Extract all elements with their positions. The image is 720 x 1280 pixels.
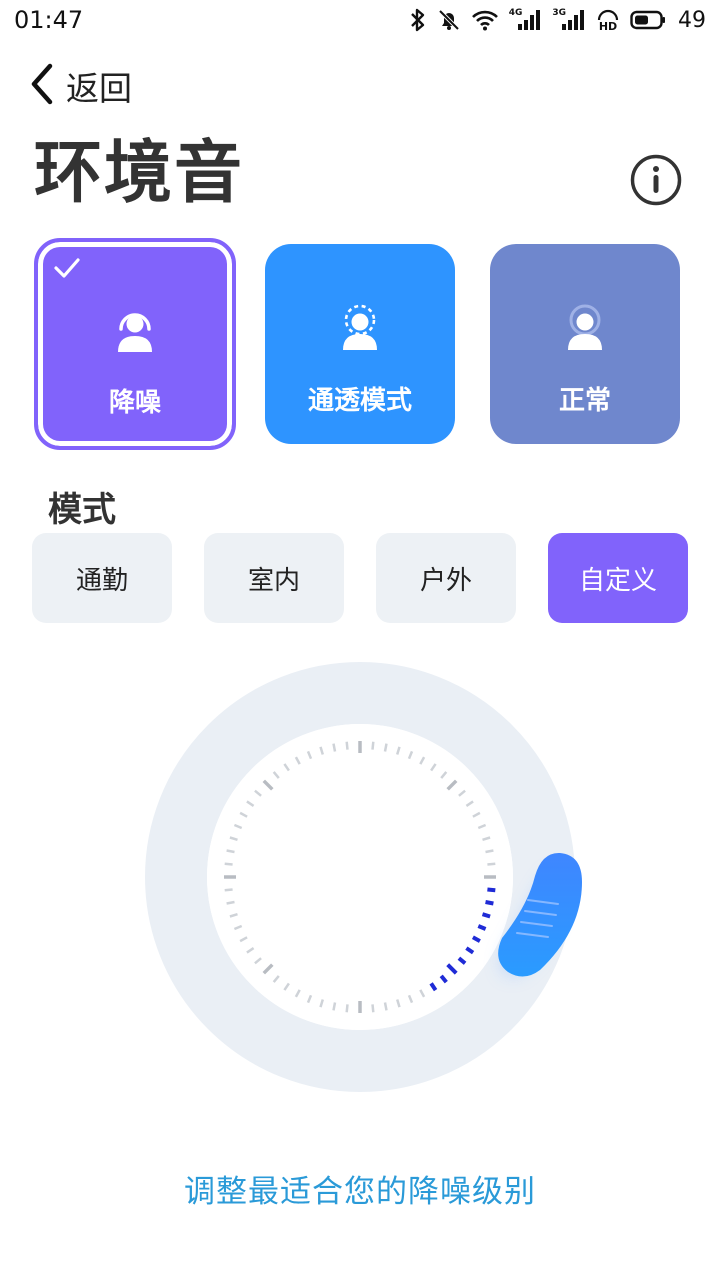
- noise-level-dial[interactable]: [130, 650, 600, 1110]
- signal-4g-label: 4G: [508, 8, 523, 18]
- dial-tick: [226, 849, 235, 854]
- status-bar: 01:47 4G 3G HD 49: [0, 0, 720, 40]
- mode-cards: 降噪 通透模式 正常: [0, 236, 720, 454]
- dial-tick: [383, 743, 388, 752]
- dial-tick: [224, 862, 233, 866]
- dial-tick: [345, 1004, 349, 1013]
- mute-bell-icon: [437, 6, 461, 34]
- battery-icon: [630, 6, 666, 34]
- wifi-icon: [471, 6, 499, 34]
- mode-card-transparency[interactable]: 通透模式: [265, 244, 455, 444]
- dial-tick: [485, 849, 494, 854]
- scene-chip-custom[interactable]: 自定义: [548, 533, 688, 623]
- dial-tick: [226, 900, 235, 905]
- bluetooth-icon: [409, 6, 427, 34]
- mode-label: 通透模式: [307, 386, 412, 416]
- dial-tick: [345, 741, 349, 750]
- battery-level: 49: [678, 7, 706, 33]
- svg-text:HD: HD: [599, 20, 617, 32]
- dial-graphic: [145, 662, 582, 1092]
- hd-icon: HD: [596, 6, 620, 34]
- noise-cancel-person-icon: [111, 302, 159, 354]
- back-button[interactable]: 返回: [28, 62, 132, 110]
- dial-tick-active: [487, 887, 496, 893]
- transparency-person-icon: [336, 300, 384, 352]
- mode-card-noise-cancel[interactable]: 降噪: [34, 238, 236, 450]
- scene-chip-commute[interactable]: 通勤: [32, 533, 172, 623]
- back-label: 返回: [66, 69, 132, 108]
- status-icons: 4G 3G HD 49: [409, 6, 706, 34]
- dial-tick: [224, 888, 233, 892]
- page-title: 环境音: [34, 134, 245, 213]
- signal-3g-icon: 3G: [552, 6, 586, 34]
- chevron-left-icon: [28, 62, 54, 110]
- signal-4g-icon: 4G: [509, 6, 543, 34]
- scene-chip-outdoor[interactable]: 户外: [376, 533, 516, 623]
- dial-tick-active: [485, 900, 494, 906]
- dial-tick: [371, 1004, 375, 1013]
- signal-3g-label: 3G: [552, 8, 566, 18]
- scene-chip-indoor[interactable]: 室内: [204, 533, 344, 623]
- mode-label: 降噪: [108, 388, 161, 418]
- mode-label: 正常: [558, 386, 611, 416]
- dial-face: [207, 724, 513, 1030]
- section-title: 模式: [48, 490, 116, 530]
- scene-chips: 通勤 室内 户外 自定义: [0, 533, 720, 623]
- status-time: 01:47: [14, 6, 84, 34]
- hint-text: 调整最适合您的降噪级别: [184, 1174, 536, 1210]
- dial-tick-active: [481, 912, 491, 919]
- info-icon[interactable]: [630, 154, 682, 206]
- mode-card-normal[interactable]: 正常: [490, 244, 680, 444]
- dial-tick: [383, 1002, 388, 1011]
- check-icon: [52, 256, 82, 280]
- dial-tick: [487, 862, 496, 866]
- dial-tick-active: [477, 924, 487, 931]
- dial-tick: [371, 741, 375, 750]
- dial-tick: [332, 743, 337, 752]
- normal-person-icon: [561, 300, 609, 352]
- dial-tick: [332, 1002, 337, 1011]
